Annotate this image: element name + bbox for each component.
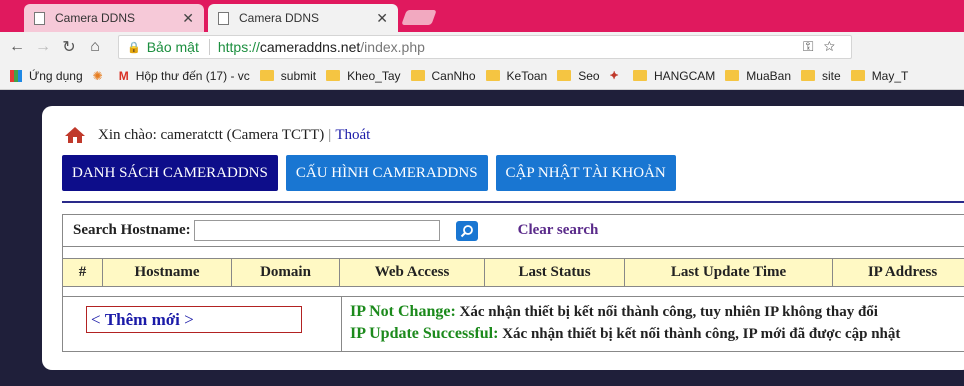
browser-toolbar: ← → ↻ ⌂ 🔒 Bảo mật https:// cameraddns.ne… <box>0 32 964 85</box>
tab-camera-config[interactable]: CẤU HÌNH CAMERADDNS <box>285 155 488 191</box>
back-arrow-icon[interactable]: ← <box>4 38 30 56</box>
bookmark-folder[interactable]: submit <box>259 69 316 83</box>
url-host: cameraddns.net <box>259 39 361 55</box>
address-bar[interactable]: 🔒 Bảo mật https:// cameraddns.net /index… <box>118 35 852 59</box>
column-header: # <box>63 259 103 286</box>
home-icon[interactable] <box>64 126 86 144</box>
column-header: IP Address <box>867 264 938 280</box>
add-new-button[interactable]: < Thêm mới > <box>86 306 302 333</box>
column-header: Hostname <box>103 259 232 286</box>
bookmark-item[interactable]: ✺ <box>93 69 109 83</box>
folder-icon <box>632 70 647 81</box>
search-input[interactable] <box>193 220 440 241</box>
folder-icon <box>725 70 740 81</box>
new-tab-button[interactable] <box>401 10 437 25</box>
greeting-bar: Xin chào: cameratctt (Camera TCTT) | Tho… <box>64 126 370 144</box>
browser-tab[interactable]: Camera DDNS ✕ <box>24 4 204 32</box>
browser-tab-active[interactable]: Camera DDNS ✕ <box>208 4 398 32</box>
search-button[interactable] <box>455 220 478 241</box>
bookmark-folder[interactable]: CanNho <box>410 69 476 83</box>
folder-icon <box>801 70 815 81</box>
bookmark-folder[interactable]: KeToan <box>485 69 547 83</box>
url-path: /index.php <box>360 39 425 55</box>
key-icon[interactable]: ⚿ <box>803 38 824 54</box>
separator: | <box>328 126 332 143</box>
legend-item: IP Not Change: Xác nhận thiết bị kết nối… <box>350 303 878 320</box>
secure-label: Bảo mật <box>146 39 199 55</box>
flag-icon: ⯌ <box>609 68 619 82</box>
table-header: # Hostname Domain Web Access Last Status… <box>63 259 964 287</box>
folder-icon <box>410 70 425 81</box>
bookmark-folder[interactable]: MuaBan <box>725 69 791 83</box>
page-icon <box>34 11 45 25</box>
status-legend: IP Not Change: Xác nhận thiết bị kết nối… <box>342 297 900 351</box>
hostname-table: Search Hostname: Clear search # Hostname… <box>62 214 964 352</box>
content-panel: Xin chào: cameratctt (Camera TCTT) | Tho… <box>42 106 964 370</box>
folder-icon <box>326 70 341 81</box>
bookmark-folder[interactable]: site <box>801 69 841 83</box>
close-icon[interactable]: ✕ <box>182 10 194 27</box>
clear-search-link[interactable]: Clear search <box>518 222 599 239</box>
table-footer-row: < Thêm mới > IP Not Change: Xác nhận thi… <box>63 297 964 351</box>
logout-link[interactable]: Thoát <box>335 127 370 144</box>
bookmark-folder[interactable]: Seo <box>557 69 600 83</box>
gmail-icon: M <box>118 68 129 83</box>
tab-title: Camera DDNS <box>239 11 320 25</box>
bookmarks-bar: Ứng dụng ✺ M Hộp thư đến (17) - vc submit… <box>0 62 964 90</box>
tab-title: Camera DDNS <box>55 11 136 25</box>
omnibox-icons: ⚿☆ <box>803 38 845 55</box>
bookmark-item[interactable]: ⯌ <box>610 68 623 83</box>
search-row: Search Hostname: Clear search <box>63 215 964 247</box>
column-header: Web Access <box>340 259 485 286</box>
reload-icon[interactable]: ↻ <box>56 37 82 57</box>
sun-icon: ✺ <box>92 68 103 83</box>
column-header: Last Status <box>485 259 625 286</box>
legend-item: IP Update Successful: Xác nhận thiết bị … <box>350 325 901 342</box>
url-scheme: https:// <box>217 39 260 55</box>
folder-icon <box>485 70 500 81</box>
close-icon[interactable]: ✕ <box>376 10 388 27</box>
folder-icon <box>850 70 865 81</box>
forward-arrow-icon[interactable]: → <box>30 38 56 56</box>
bookmark-folder[interactable]: May_T <box>850 69 908 83</box>
folder-icon <box>259 70 274 81</box>
tab-camera-list[interactable]: DANH SÁCH CAMERADDNS <box>62 155 278 191</box>
apps-icon <box>10 69 22 82</box>
bookmark-folder[interactable]: HANGCAM <box>632 69 715 83</box>
bookmark-folder[interactable]: Kheo_Tay <box>326 69 401 83</box>
tab-strip: Camera DDNS ✕ Camera DDNS ✕ <box>0 0 964 32</box>
page-icon <box>218 11 229 25</box>
search-icon <box>460 224 473 237</box>
search-label: Search Hostname: <box>73 222 191 238</box>
lock-icon: 🔒 <box>127 41 141 54</box>
column-header: Domain <box>232 259 340 286</box>
divider <box>62 201 964 203</box>
star-icon[interactable]: ☆ <box>824 38 845 54</box>
folder-icon <box>557 70 572 81</box>
column-header: Last Update Time <box>625 259 833 286</box>
nav-tabs: DANH SÁCH CAMERADDNS CẤU HÌNH CAMERADDNS… <box>62 155 676 191</box>
bookmark-apps[interactable]: Ứng dụng <box>10 69 83 83</box>
greeting-text: Xin chào: cameratctt (Camera TCTT) <box>98 126 325 143</box>
bookmark-gmail[interactable]: M Hộp thư đến (17) - vc <box>119 69 250 83</box>
tab-account-update[interactable]: CẬP NHẬT TÀI KHOẢN <box>495 155 676 191</box>
home-icon[interactable]: ⌂ <box>82 38 108 56</box>
